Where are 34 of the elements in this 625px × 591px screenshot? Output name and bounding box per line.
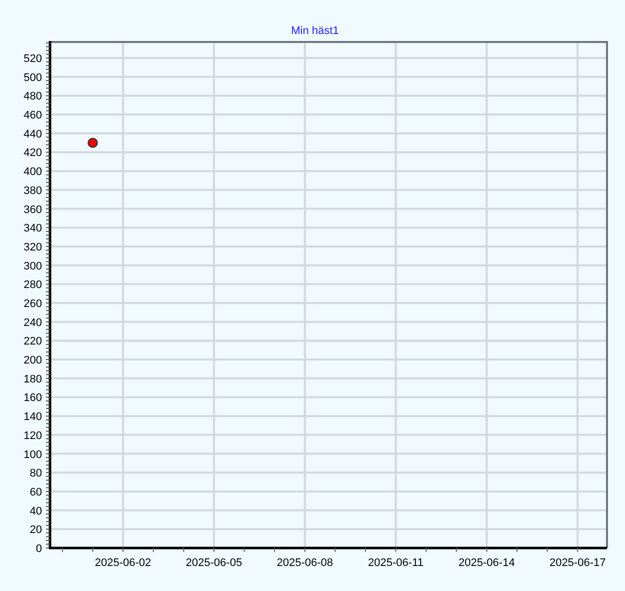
y-tick-label: 160 xyxy=(24,392,42,404)
y-tick-label: 460 xyxy=(24,110,42,122)
y-tick-label: 440 xyxy=(24,128,42,140)
y-tick-label: 520 xyxy=(24,53,42,66)
y-tick-label: 200 xyxy=(24,354,42,367)
y-tick-label: 500 xyxy=(24,72,42,84)
y-tick-label: 220 xyxy=(24,336,42,348)
y-tick-label: 0 xyxy=(36,543,42,555)
y-tick-label: 380 xyxy=(24,184,42,197)
y-tick-label: 240 xyxy=(24,316,42,329)
y-tick-label: 180 xyxy=(24,373,42,386)
y-tick-label: 100 xyxy=(24,448,42,461)
y-tick-label: 400 xyxy=(24,166,42,178)
chart-title: Min häst1 xyxy=(291,25,339,37)
x-tick-label: 2025-06-11 xyxy=(368,557,424,569)
y-tick-label: 340 xyxy=(24,222,42,235)
y-tick-label: 80 xyxy=(30,468,42,480)
x-tick-label: 2025-06-08 xyxy=(276,557,333,569)
x-tick-label: 2025-06-14 xyxy=(458,557,515,569)
y-tick-label: 260 xyxy=(24,298,42,310)
y-tick-label: 120 xyxy=(24,430,42,442)
y-tick-label: 140 xyxy=(24,411,42,424)
y-tick-label: 360 xyxy=(24,204,42,216)
x-tick-label: 2025-06-02 xyxy=(94,557,152,569)
y-tick-label: 40 xyxy=(30,505,42,518)
y-tick-label: 300 xyxy=(24,260,42,272)
y-tick-label: 280 xyxy=(24,279,42,292)
y-tick-label: 60 xyxy=(30,486,42,498)
y-tick-label: 420 xyxy=(24,147,42,160)
x-tick-label: 2025-06-17 xyxy=(549,557,606,569)
y-tick-label: 480 xyxy=(24,90,42,103)
y-tick-label: 320 xyxy=(24,241,42,254)
x-tick-label: 2025-06-05 xyxy=(186,557,242,569)
y-tick-label: 20 xyxy=(30,524,42,536)
